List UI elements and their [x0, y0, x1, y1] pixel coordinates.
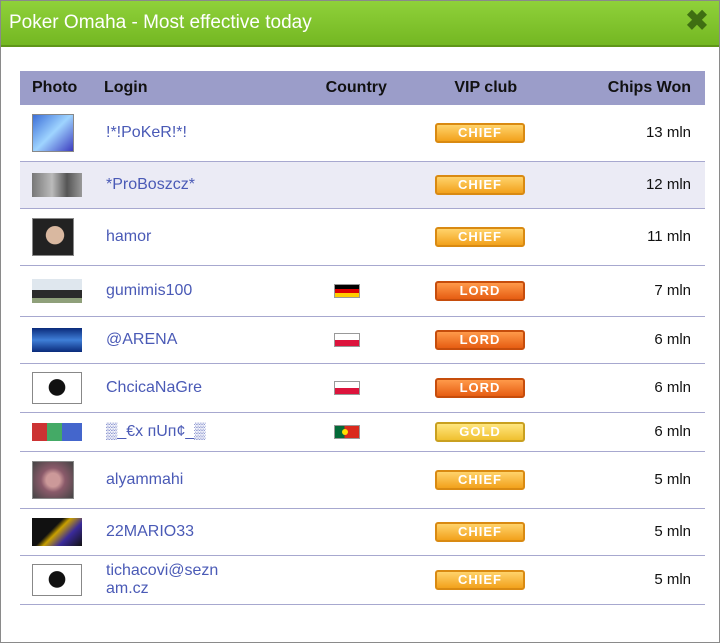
- chips-won: 7 mln: [654, 282, 691, 299]
- vip-badge: CHIEF: [435, 470, 525, 490]
- login-link[interactable]: *ProBoszcz*: [106, 176, 195, 193]
- chips-won: 6 mln: [654, 423, 691, 440]
- table-header: Photo Login Country VIP club Chips Won: [20, 71, 705, 105]
- table-row: alyammahi CHIEF 5 mln: [20, 452, 705, 509]
- header-login: Login: [103, 79, 148, 96]
- avatar[interactable]: [32, 518, 82, 546]
- vip-badge: LORD: [435, 330, 525, 350]
- flag-poland-icon: [334, 381, 360, 395]
- flag-germany-icon: [334, 284, 360, 298]
- vip-badge: CHIEF: [435, 227, 525, 247]
- table-row: tichacovi@sezn am.cz CHIEF 5 mln: [20, 556, 705, 605]
- avatar[interactable]: [32, 279, 82, 303]
- login-link[interactable]: ChcicaNaGre: [106, 379, 202, 396]
- chips-won: 5 mln: [654, 523, 691, 540]
- vip-badge: LORD: [435, 378, 525, 398]
- avatar[interactable]: [32, 328, 82, 352]
- login-link[interactable]: hamor: [106, 228, 151, 245]
- table-row: ▒_€x пUп¢_▒ GOLD 6 mln: [20, 413, 705, 452]
- avatar[interactable]: [32, 564, 82, 596]
- login-line-2: am.cz: [106, 580, 149, 597]
- table-row: !*!PoKeR!*! CHIEF 13 mln: [20, 105, 705, 162]
- chips-won: 5 mln: [654, 571, 691, 588]
- leaderboard-table: Photo Login Country VIP club Chips Won !…: [20, 71, 705, 605]
- avatar[interactable]: [32, 114, 74, 152]
- login-link[interactable]: tichacovi@sezn am.cz: [106, 562, 296, 598]
- table-row: *ProBoszcz* CHIEF 12 mln: [20, 162, 705, 209]
- avatar[interactable]: [32, 218, 74, 256]
- login-link[interactable]: 22MARIO33: [106, 523, 194, 540]
- login-line-1: tichacovi@sezn: [106, 562, 219, 579]
- chips-won: 5 mln: [654, 471, 691, 488]
- vip-badge: CHIEF: [435, 175, 525, 195]
- login-link[interactable]: ▒_€x пUп¢_▒: [106, 423, 206, 440]
- close-icon[interactable]: ✖: [683, 7, 711, 35]
- login-link[interactable]: @ARENA: [106, 331, 177, 348]
- chips-won: 6 mln: [654, 331, 691, 348]
- avatar[interactable]: [32, 461, 74, 499]
- chips-won: 11 mln: [647, 228, 691, 245]
- vip-badge: CHIEF: [435, 522, 525, 542]
- chips-won: 6 mln: [654, 379, 691, 396]
- vip-badge: LORD: [435, 281, 525, 301]
- table-row: ChcicaNaGre LORD 6 mln: [20, 364, 705, 413]
- vip-badge: CHIEF: [435, 570, 525, 590]
- header-country: Country: [325, 79, 387, 96]
- header-vip: VIP club: [454, 79, 518, 96]
- login-link[interactable]: alyammahi: [106, 471, 183, 488]
- header-photo: Photo: [32, 79, 78, 96]
- titlebar: Poker Omaha - Most effective today ✖: [1, 1, 719, 47]
- table-row: hamor CHIEF 11 mln: [20, 209, 705, 266]
- login-link[interactable]: !*!PoKeR!*!: [106, 124, 187, 141]
- window-title: Poker Omaha - Most effective today: [9, 12, 312, 33]
- flag-portugal-icon: [334, 425, 360, 439]
- chips-won: 12 mln: [645, 176, 691, 193]
- header-chips: Chips Won: [607, 79, 692, 96]
- table-row: 22MARIO33 CHIEF 5 mln: [20, 509, 705, 556]
- vip-badge: CHIEF: [435, 123, 525, 143]
- flag-poland-icon: [334, 333, 360, 347]
- chips-won: 13 mln: [645, 124, 691, 141]
- vip-badge: GOLD: [435, 422, 525, 442]
- avatar[interactable]: [32, 173, 82, 197]
- login-link[interactable]: gumimis100: [106, 282, 192, 299]
- avatar[interactable]: [32, 372, 82, 404]
- table-row: gumimis100 LORD 7 mln: [20, 266, 705, 317]
- poker-window: Poker Omaha - Most effective today ✖ Pho…: [0, 0, 720, 643]
- avatar[interactable]: [32, 423, 82, 441]
- table-row: @ARENA LORD 6 mln: [20, 317, 705, 364]
